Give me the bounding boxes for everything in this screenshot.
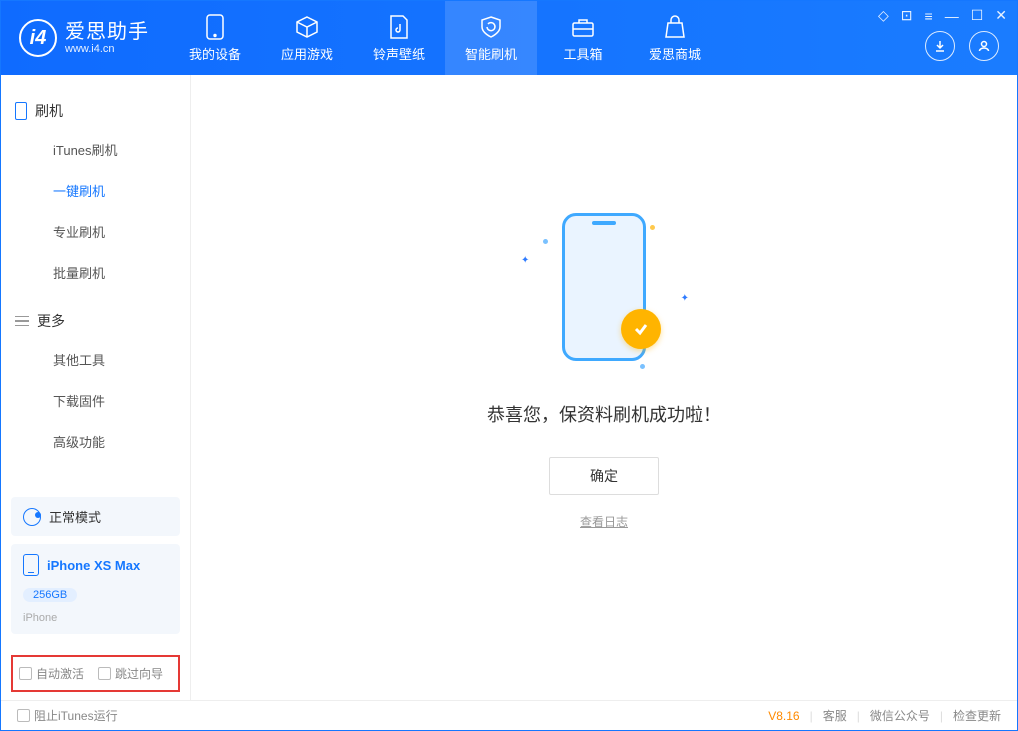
version-label: V8.16 <box>768 709 799 723</box>
feedback-icon[interactable]: ⊡ <box>901 7 913 24</box>
header-right-icons <box>925 31 999 61</box>
success-message: 恭喜您，保资料刷机成功啦！ <box>487 401 721 427</box>
tab-label: 铃声壁纸 <box>373 44 425 63</box>
refresh-shield-icon <box>478 14 504 40</box>
cb-label: 自动激活 <box>36 665 84 682</box>
user-icon[interactable] <box>969 31 999 61</box>
app-subtitle: www.i4.cn <box>65 43 149 55</box>
statusbar: 阻止iTunes运行 V8.16 | 客服 | 微信公众号 | 检查更新 <box>1 700 1017 730</box>
section-label: 更多 <box>37 311 65 331</box>
sidebar-item-download-firmware[interactable]: 下载固件 <box>1 380 190 421</box>
checkbox-block-itunes[interactable]: 阻止iTunes运行 <box>17 707 118 724</box>
checkbox-auto-activate[interactable]: 自动激活 <box>19 665 84 682</box>
tab-smart-flash[interactable]: 智能刷机 <box>445 1 537 75</box>
sidebar-section-flash: 刷机 <box>1 93 190 129</box>
app-title: 爱思助手 <box>65 21 149 43</box>
close-button[interactable]: ✕ <box>995 7 1007 24</box>
device-type: iPhone <box>23 612 57 624</box>
tab-label: 智能刷机 <box>465 44 517 63</box>
view-log-link[interactable]: 查看日志 <box>580 513 628 530</box>
skin-icon[interactable]: ◇ <box>878 7 889 24</box>
ok-button[interactable]: 确定 <box>549 457 659 495</box>
tab-toolbox[interactable]: 工具箱 <box>537 1 629 75</box>
check-badge-icon <box>621 309 661 349</box>
success-illustration: ✦ ✦ <box>519 205 689 375</box>
download-icon[interactable] <box>925 31 955 61</box>
nav-tabs: 我的设备 应用游戏 铃声壁纸 智能刷机 工具箱 爱思商城 <box>169 1 721 75</box>
status-link-update[interactable]: 检查更新 <box>953 707 1001 724</box>
sidebar-item-batch-flash[interactable]: 批量刷机 <box>1 252 190 293</box>
status-link-wechat[interactable]: 微信公众号 <box>870 707 930 724</box>
sidebar-item-pro-flash[interactable]: 专业刷机 <box>1 211 190 252</box>
tab-label: 爱思商城 <box>649 44 701 63</box>
sidebar-item-onekey-flash[interactable]: 一键刷机 <box>1 170 190 211</box>
cb-label: 跳过向导 <box>115 665 163 682</box>
phone-icon <box>202 14 228 40</box>
cube-icon <box>294 14 320 40</box>
sidebar-item-advanced[interactable]: 高级功能 <box>1 421 190 462</box>
sidebar-item-itunes-flash[interactable]: iTunes刷机 <box>1 129 190 170</box>
capacity-badge: 256GB <box>23 588 77 602</box>
minimize-button[interactable]: — <box>945 8 959 24</box>
window-controls: ◇ ⊡ ≡ — ☐ ✕ <box>878 7 1007 24</box>
sidebar-item-other-tools[interactable]: 其他工具 <box>1 339 190 380</box>
section-label: 刷机 <box>35 101 63 121</box>
maximize-button[interactable]: ☐ <box>971 7 984 24</box>
titlebar: i4 爱思助手 www.i4.cn 我的设备 应用游戏 铃声壁纸 智能刷机 工具… <box>1 1 1017 75</box>
music-file-icon <box>386 14 412 40</box>
sparkle-icon: ✦ <box>681 293 689 304</box>
device-small-icon <box>15 102 27 120</box>
dot-icon <box>640 364 645 369</box>
cb-label: 阻止iTunes运行 <box>34 707 118 724</box>
mode-label: 正常模式 <box>49 507 101 526</box>
device-card[interactable]: iPhone XS Max 256GB iPhone <box>11 544 180 634</box>
logo-area: i4 爱思助手 www.i4.cn <box>1 19 169 57</box>
status-link-support[interactable]: 客服 <box>823 707 847 724</box>
device-name: iPhone XS Max <box>47 558 140 573</box>
sparkle-icon: ✦ <box>521 255 529 266</box>
main-content: ✦ ✦ 恭喜您，保资料刷机成功啦！ 确定 查看日志 <box>191 75 1017 700</box>
tab-label: 我的设备 <box>189 44 241 63</box>
toolbox-icon <box>570 14 596 40</box>
tab-label: 工具箱 <box>563 44 602 63</box>
sidebar-section-more: 更多 <box>1 303 190 339</box>
bag-icon <box>662 14 688 40</box>
sidebar: 刷机 iTunes刷机 一键刷机 专业刷机 批量刷机 更多 其他工具 下载固件 … <box>1 75 191 700</box>
list-icon <box>15 316 29 327</box>
menu-icon[interactable]: ≡ <box>925 8 933 24</box>
dot-icon <box>650 225 655 230</box>
tab-my-device[interactable]: 我的设备 <box>169 1 261 75</box>
highlighted-checkbox-row: 自动激活 跳过向导 <box>11 655 180 692</box>
tab-ringtone-wallpaper[interactable]: 铃声壁纸 <box>353 1 445 75</box>
tab-store[interactable]: 爱思商城 <box>629 1 721 75</box>
mode-icon <box>23 508 41 526</box>
tab-label: 应用游戏 <box>281 44 333 63</box>
checkbox-skip-guide[interactable]: 跳过向导 <box>98 665 163 682</box>
tab-apps-games[interactable]: 应用游戏 <box>261 1 353 75</box>
device-icon <box>23 554 39 576</box>
logo-icon: i4 <box>19 19 57 57</box>
dot-icon <box>543 239 548 244</box>
mode-card[interactable]: 正常模式 <box>11 497 180 536</box>
